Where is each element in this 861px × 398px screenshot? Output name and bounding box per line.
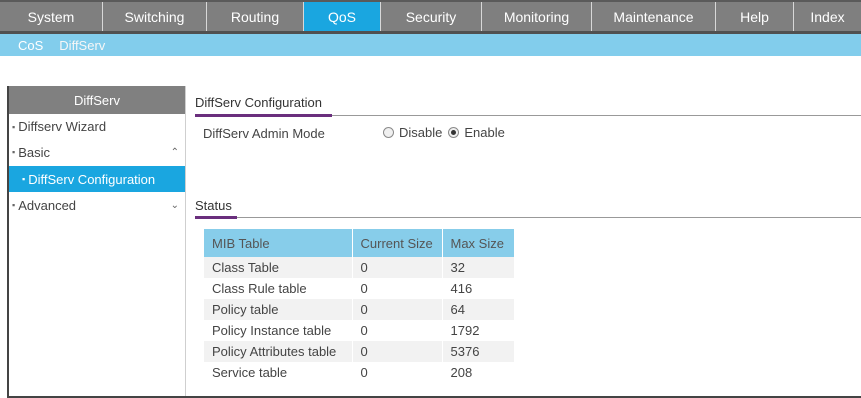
chevron-up-icon[interactable]: ⌃ bbox=[171, 147, 179, 158]
chevron-down-icon[interactable]: ⌄ bbox=[171, 200, 179, 211]
table-cell: 64 bbox=[442, 299, 515, 320]
tab-system[interactable]: System bbox=[0, 2, 103, 31]
sub-navigation: CoS DiffServ bbox=[0, 34, 861, 56]
table-row: Class Table 0 32 bbox=[204, 257, 515, 278]
table-cell: 0 bbox=[352, 362, 443, 383]
sidebar: DiffServ ▪ Diffserv Wizard ▪ Basic ⌃ ▪ Diff… bbox=[9, 86, 186, 396]
status-section-title: Status bbox=[195, 198, 232, 213]
table-cell: Class Table bbox=[204, 257, 353, 278]
table-cell: 1792 bbox=[442, 320, 515, 341]
tab-monitoring[interactable]: Monitoring bbox=[482, 2, 592, 31]
table-row: Policy Attributes table 0 5376 bbox=[204, 341, 515, 362]
column-header-max-size: Max Size bbox=[442, 229, 515, 257]
section-accent bbox=[195, 114, 332, 117]
table-cell: 208 bbox=[442, 362, 515, 383]
table-cell: 0 bbox=[352, 341, 443, 362]
disable-radio[interactable] bbox=[383, 127, 394, 138]
bullet-icon: ▪ bbox=[12, 147, 16, 157]
table-row: Class Rule table 0 416 bbox=[204, 278, 515, 299]
tab-help[interactable]: Help bbox=[716, 2, 794, 31]
table-cell: 0 bbox=[352, 278, 443, 299]
column-header-mib-table: MIB Table bbox=[204, 229, 353, 257]
table-cell: 416 bbox=[442, 278, 515, 299]
bullet-icon: ▪ bbox=[12, 121, 16, 132]
sidebar-item-basic[interactable]: ▪ Basic ⌃ bbox=[9, 139, 185, 165]
table-cell: 0 bbox=[352, 257, 443, 278]
table-cell: 0 bbox=[352, 320, 443, 341]
sidebar-item-label: Diffserv Wizard bbox=[18, 119, 107, 134]
admin-mode-radio-group: Disable Enable bbox=[383, 125, 511, 140]
enable-radio-label[interactable]: Enable bbox=[464, 125, 504, 140]
table-cell: Policy Attributes table bbox=[204, 341, 353, 362]
table-cell: Class Rule table bbox=[204, 278, 353, 299]
tab-maintenance[interactable]: Maintenance bbox=[592, 2, 716, 31]
sidebar-item-diffserv-wizard[interactable]: ▪ Diffserv Wizard bbox=[9, 114, 185, 139]
sidebar-header: DiffServ bbox=[9, 86, 185, 114]
status-table: MIB Table Current Size Max Size Class Ta… bbox=[204, 229, 515, 383]
section-accent bbox=[195, 216, 237, 219]
table-row: Policy table 0 64 bbox=[204, 299, 515, 320]
table-row: Policy Instance table 0 1792 bbox=[204, 320, 515, 341]
sidebar-item-label: Advanced bbox=[18, 197, 77, 213]
table-cell: Policy Instance table bbox=[204, 320, 353, 341]
subnav-diffserv[interactable]: DiffServ bbox=[43, 38, 105, 53]
sidebar-item-label: DiffServ Configuration bbox=[28, 171, 156, 187]
table-cell: 0 bbox=[352, 299, 443, 320]
table-cell: Policy table bbox=[204, 299, 353, 320]
tab-qos[interactable]: QoS bbox=[304, 2, 381, 31]
top-navigation: System Switching Routing QoS Security Mo… bbox=[0, 0, 861, 34]
bullet-icon: ▪ bbox=[22, 174, 26, 184]
admin-mode-label: DiffServ Admin Mode bbox=[203, 126, 325, 141]
table-cell: 32 bbox=[442, 257, 515, 278]
table-cell: 5376 bbox=[442, 341, 515, 362]
sidebar-item-label: Basic bbox=[18, 144, 50, 160]
sidebar-item-advanced[interactable]: ▪ Advanced ⌄ bbox=[9, 192, 185, 218]
sidebar-item-diffserv-configuration[interactable]: ▪ DiffServ Configuration bbox=[9, 166, 185, 192]
table-row: Service table 0 208 bbox=[204, 362, 515, 383]
tab-security[interactable]: Security bbox=[381, 2, 482, 31]
tab-index[interactable]: Index bbox=[794, 2, 861, 31]
enable-radio[interactable] bbox=[448, 127, 460, 138]
bullet-icon: ▪ bbox=[12, 200, 16, 210]
column-header-current-size: Current Size bbox=[352, 229, 443, 257]
tab-routing[interactable]: Routing bbox=[207, 2, 304, 31]
disable-radio-label[interactable]: Disable bbox=[399, 125, 442, 140]
subnav-cos[interactable]: CoS bbox=[0, 38, 43, 53]
config-section-title: DiffServ Configuration bbox=[195, 95, 322, 110]
tab-switching[interactable]: Switching bbox=[103, 2, 207, 31]
table-cell: Service table bbox=[204, 362, 353, 383]
section-divider bbox=[195, 217, 861, 218]
table-header-row: MIB Table Current Size Max Size bbox=[204, 229, 515, 257]
